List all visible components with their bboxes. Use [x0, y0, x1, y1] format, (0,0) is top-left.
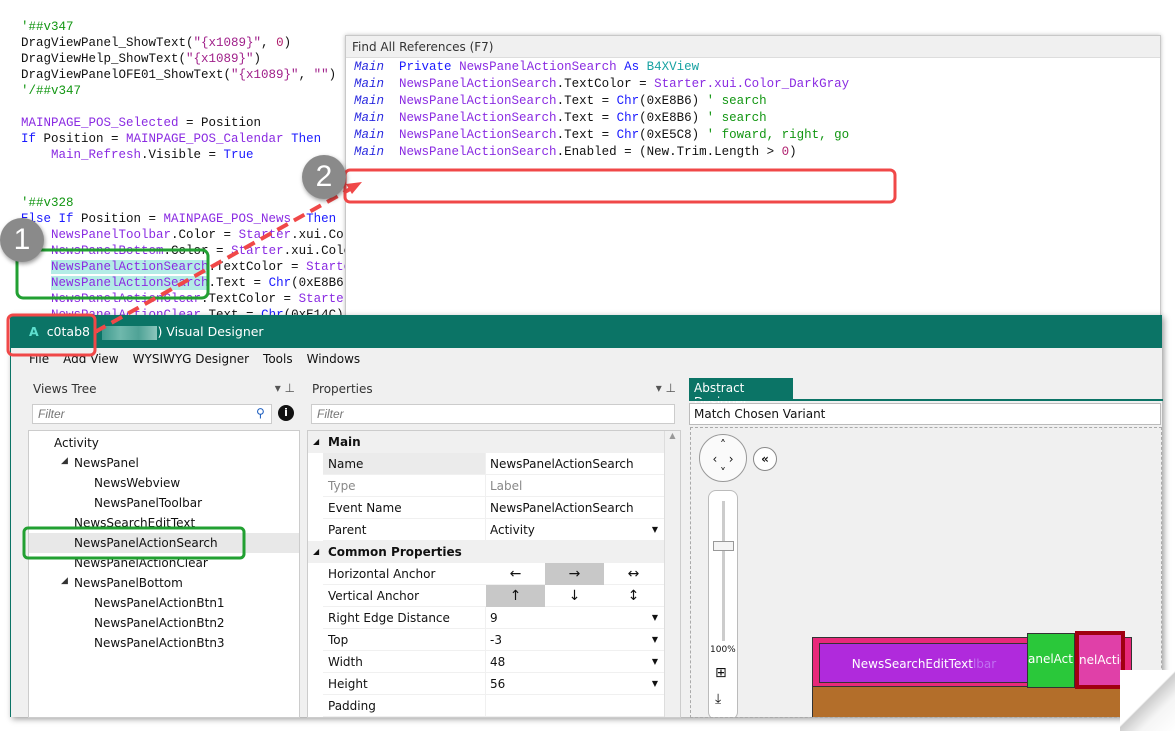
highlight-empty-ref-box	[343, 168, 897, 204]
step-badge-2: 2	[302, 155, 346, 199]
highlight-title-box	[6, 313, 97, 357]
highlight-tree-box	[22, 526, 246, 560]
annotation-overlay	[6, 168, 897, 560]
dashed-arrow	[94, 186, 353, 334]
highlight-code-box	[15, 248, 210, 300]
step-badge-1: 1	[0, 218, 44, 262]
